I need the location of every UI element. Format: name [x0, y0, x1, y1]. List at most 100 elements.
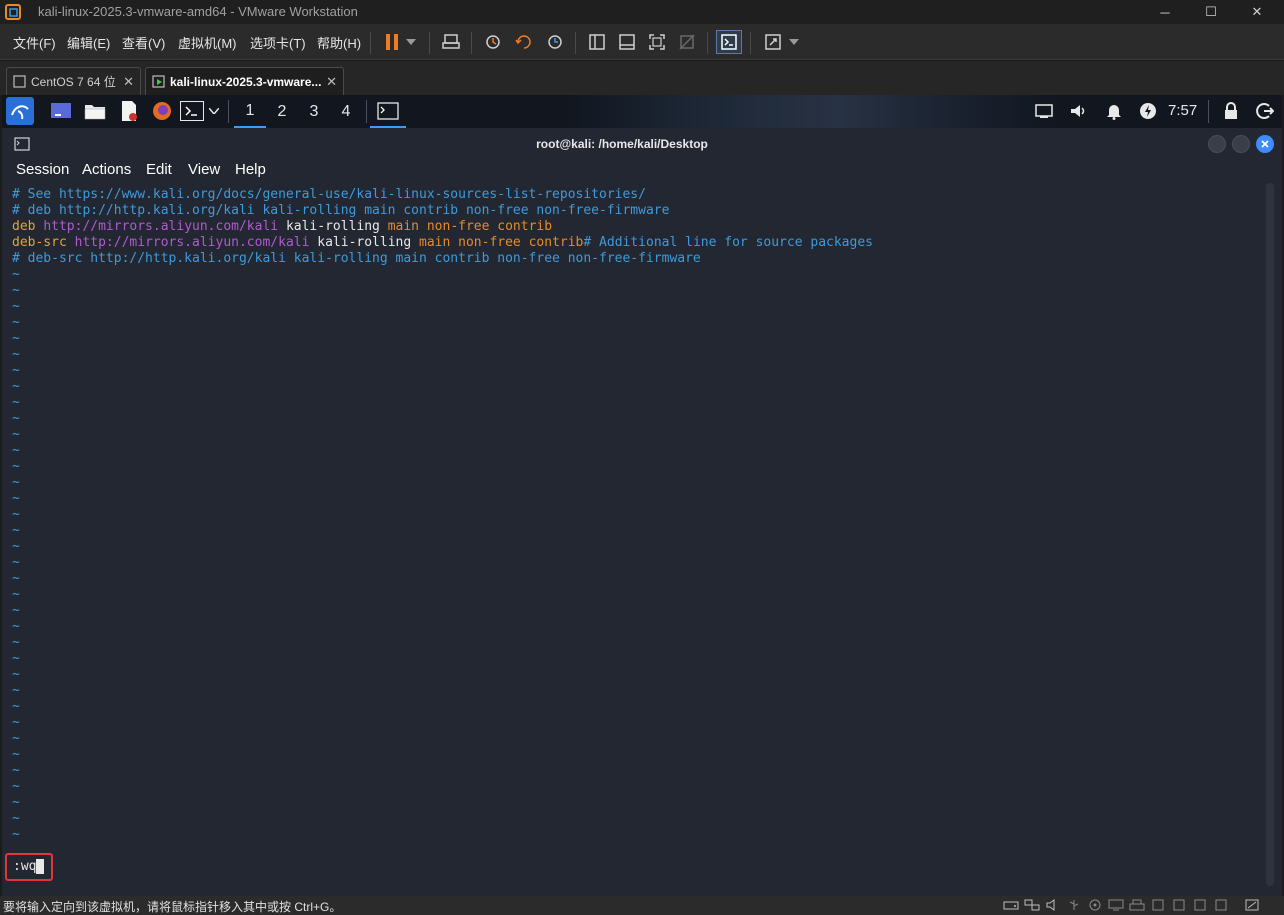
workspace-3[interactable]: 3 — [298, 95, 330, 128]
thumbnail-bar-icon[interactable] — [614, 30, 640, 54]
volume-icon[interactable] — [1067, 99, 1091, 123]
device-icon[interactable] — [1213, 898, 1229, 912]
empty-line-tilde: ~ — [12, 331, 20, 346]
text-editor-icon[interactable] — [117, 99, 141, 123]
empty-line-tilde: ~ — [12, 411, 20, 426]
show-desktop-icon[interactable] — [49, 99, 73, 123]
editor-token: http://mirrors.aliyun.com/kali — [43, 219, 279, 234]
cd-dvd-icon[interactable] — [1087, 898, 1103, 912]
lock-screen-icon[interactable] — [1219, 99, 1243, 123]
network-adapter-icon[interactable] — [1024, 898, 1040, 912]
notifications-bell-icon[interactable] — [1102, 99, 1126, 123]
full-screen-icon[interactable] — [644, 30, 670, 54]
vim-editor[interactable]: # See https://www.kali.org/docs/general-… — [10, 185, 1266, 885]
toolbar-separator — [707, 32, 708, 54]
tab-label: CentOS 7 64 位 — [31, 75, 116, 89]
terminal-maximize-button[interactable] — [1232, 135, 1250, 153]
empty-line-tilde: ~ — [12, 299, 20, 314]
menu-tabs[interactable]: 选项卡(T) — [250, 33, 306, 52]
empty-line-tilde: ~ — [12, 699, 20, 714]
terminal-close-button[interactable] — [1256, 135, 1274, 153]
empty-line-tilde: ~ — [12, 443, 20, 458]
menu-toolbar: 文件(F) 编辑(E) 查看(V) 虚拟机(M) 选项卡(T) 帮助(H) — [0, 24, 1284, 60]
menu-vm[interactable]: 虚拟机(M) — [178, 33, 237, 52]
pause-dropdown-icon[interactable] — [402, 30, 420, 54]
tab-close-icon[interactable]: ✕ — [123, 74, 134, 90]
revert-snapshot-icon[interactable] — [511, 30, 537, 54]
maximize-button[interactable]: ☐ — [1188, 0, 1234, 24]
firefox-icon[interactable] — [150, 99, 174, 123]
stretch-dropdown-icon[interactable] — [785, 30, 803, 54]
terminal-launcher-icon[interactable] — [180, 101, 204, 121]
terminal-window[interactable]: root@kali: /home/kali/Desktop Session Ac… — [2, 128, 1282, 896]
menu-file[interactable]: 文件(F) — [13, 33, 56, 52]
terminal-menu-help[interactable]: Help — [235, 161, 266, 178]
menu-help[interactable]: 帮助(H) — [317, 33, 361, 52]
minimize-button[interactable]: ─ — [1142, 0, 1188, 24]
tab-close-icon[interactable]: ✕ — [326, 74, 337, 90]
vm-running-icon — [152, 74, 165, 88]
logout-icon[interactable] — [1253, 99, 1277, 123]
device-icon[interactable] — [1171, 898, 1187, 912]
tab-centos[interactable]: CentOS 7 64 位 ✕ — [6, 67, 141, 95]
toolbar-separator — [471, 32, 472, 54]
snapshot-icon[interactable] — [480, 30, 506, 54]
empty-line-tilde: ~ — [12, 315, 20, 330]
editor-line: deb-src http://mirrors.aliyun.com/kali k… — [12, 235, 873, 251]
empty-line-tilde: ~ — [12, 267, 20, 282]
empty-line-tilde: ~ — [12, 827, 20, 842]
vmware-status-bar: 要将输入定向到该虚拟机，请将鼠标指针移入其中或按 Ctrl+G。 — [0, 896, 1284, 915]
editor-token: http://mirrors.aliyun.com/kali — [74, 235, 310, 250]
close-button[interactable]: ✕ — [1234, 0, 1280, 24]
empty-line-tilde: ~ — [12, 459, 20, 474]
editor-line: # See https://www.kali.org/docs/general-… — [12, 187, 646, 203]
display-icon[interactable] — [1108, 898, 1124, 912]
empty-line-tilde: ~ — [12, 475, 20, 490]
empty-line-tilde: ~ — [12, 715, 20, 730]
menu-view[interactable]: 查看(V) — [122, 33, 165, 52]
message-log-icon[interactable] — [1244, 898, 1260, 912]
workspace-2[interactable]: 2 — [266, 95, 298, 128]
show-library-icon[interactable] — [584, 30, 610, 54]
console-view-icon[interactable] — [716, 30, 742, 54]
empty-line-tilde: ~ — [12, 731, 20, 746]
editor-token: # deb http://http.kali.org/kali kali-rol… — [12, 203, 670, 218]
snapshot-manager-icon[interactable] — [542, 30, 568, 54]
terminal-menu-session[interactable]: Session — [16, 161, 69, 178]
empty-line-tilde: ~ — [12, 539, 20, 554]
vm-tab-bar: CentOS 7 64 位 ✕ kali-linux-2025.3-vmware… — [0, 61, 1284, 95]
stretch-guest-icon[interactable] — [760, 30, 786, 54]
workspace-4[interactable]: 4 — [330, 95, 362, 128]
empty-line-tilde: ~ — [12, 619, 20, 634]
terminal-scrollbar[interactable] — [1266, 183, 1274, 886]
empty-line-tilde: ~ — [12, 347, 20, 362]
terminal-menu-view[interactable]: View — [188, 161, 220, 178]
hard-disk-icon[interactable] — [1003, 898, 1019, 912]
editor-token: kali-rolling — [309, 235, 420, 250]
taskbar-terminal-window[interactable] — [370, 95, 406, 128]
editor-token: # See https://www.kali.org/docs/general-… — [12, 187, 646, 202]
tab-kali[interactable]: kali-linux-2025.3-vmware... ✕ — [145, 67, 344, 95]
terminal-minimize-button[interactable] — [1208, 135, 1226, 153]
send-ctrl-alt-del-icon[interactable] — [438, 30, 464, 54]
editor-line: # deb-src http://http.kali.org/kali kali… — [12, 251, 701, 267]
network-icon[interactable] — [1032, 99, 1056, 123]
terminal-menu-actions[interactable]: Actions — [82, 161, 131, 178]
empty-line-tilde: ~ — [12, 507, 20, 522]
printer-icon[interactable] — [1129, 898, 1145, 912]
menu-edit[interactable]: 编辑(E) — [67, 33, 110, 52]
tab-label: kali-linux-2025.3-vmware... — [170, 74, 322, 89]
workspace-1[interactable]: 1 — [234, 95, 266, 128]
power-manager-icon[interactable] — [1136, 99, 1160, 123]
usb-icon[interactable] — [1066, 898, 1082, 912]
device-icon[interactable] — [1192, 898, 1208, 912]
terminal-dropdown-icon[interactable] — [206, 99, 222, 123]
terminal-menu-edit[interactable]: Edit — [146, 161, 172, 178]
unity-mode-icon[interactable] — [674, 30, 700, 54]
sound-card-icon[interactable] — [1045, 898, 1061, 912]
file-manager-icon[interactable] — [83, 99, 107, 123]
panel-clock[interactable]: 7:57 — [1168, 102, 1197, 119]
device-icon[interactable] — [1150, 898, 1166, 912]
kali-menu-icon[interactable] — [6, 97, 34, 125]
empty-line-tilde: ~ — [12, 491, 20, 506]
